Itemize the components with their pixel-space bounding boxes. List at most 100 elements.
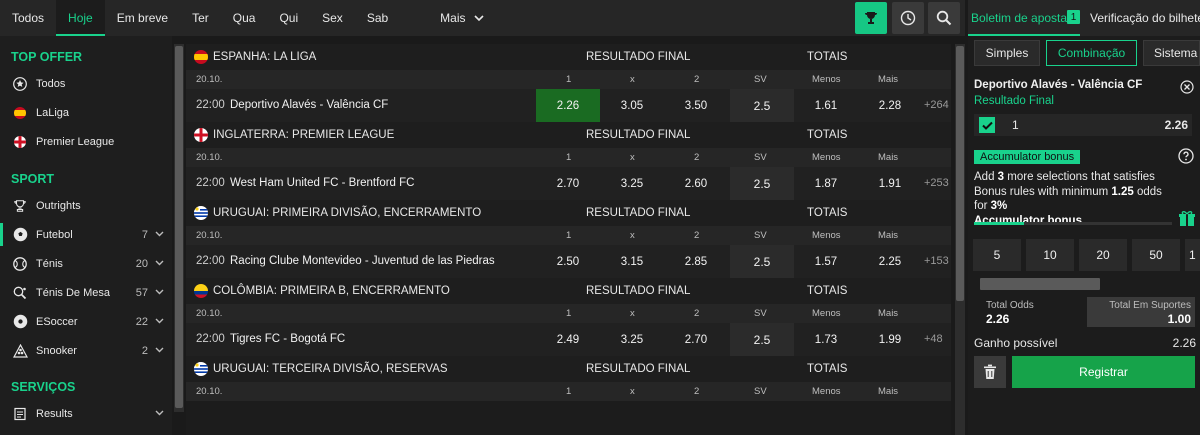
stake-button-10[interactable]: 10 (1026, 239, 1074, 271)
more-markets-link[interactable]: +153 (924, 255, 949, 267)
selection-checkbox[interactable] (979, 117, 995, 133)
sidebar-scrollbar[interactable] (174, 44, 184, 412)
tab-sab[interactable]: Sab (355, 0, 400, 36)
mode-combinacao[interactable]: Combinação (1046, 40, 1137, 66)
sidebar-item-label: Premier League (36, 135, 115, 148)
scrollbar-thumb[interactable] (956, 46, 964, 301)
sidebar-item-tenis[interactable]: Ténis 20 (0, 249, 172, 278)
league-header[interactable]: ESPANHA: LA LIGA RESULTADO FINAL TOTAIS (186, 44, 951, 70)
tab-hoje[interactable]: Hoje (56, 0, 105, 36)
odd-button-x[interactable]: 3.25 (600, 167, 664, 200)
tab-qui[interactable]: Qui (267, 0, 310, 36)
odd-button-1[interactable]: 2.50 (536, 245, 600, 278)
clock-button[interactable] (892, 2, 924, 34)
trash-icon (984, 364, 996, 379)
date-label: 20.10. (196, 74, 223, 85)
odd-button-x[interactable]: 3.25 (600, 323, 664, 356)
stakes-scrollbar[interactable] (980, 278, 1100, 290)
stake-button-20[interactable]: 20 (1079, 239, 1127, 271)
match-teams[interactable]: Deportivo Alavés - Valência CF (230, 99, 388, 111)
table-tennis-icon (11, 284, 29, 302)
sidebar-item-snooker[interactable]: Snooker 2 (0, 336, 172, 365)
odd-button-2[interactable]: 2.85 (664, 245, 728, 278)
odd-button-1[interactable]: 2.26 (536, 89, 600, 122)
tab-ter[interactable]: Ter (180, 0, 221, 36)
odd-button-menos[interactable]: 1.57 (794, 245, 858, 278)
mode-sistema[interactable]: Sistema (1143, 40, 1200, 66)
mode-simples[interactable]: Simples (974, 40, 1040, 66)
tab-sex[interactable]: Sex (310, 0, 355, 36)
sidebar-item-esoccer[interactable]: ESoccer 22 (0, 307, 172, 336)
odd-button-menos[interactable]: 1.87 (794, 167, 858, 200)
accumulator-progress-fill (974, 222, 1024, 225)
match-row[interactable]: 22:00 West Ham United FC - Brentford FC … (186, 167, 951, 200)
match-row[interactable]: 22:00 Deportivo Alavés - Valência CF 2.2… (186, 89, 951, 122)
tab-qua[interactable]: Qua (221, 0, 268, 36)
match-teams[interactable]: Racing Clube Montevideo - Juventud de la… (230, 255, 495, 267)
odd-button-2[interactable]: 2.60 (664, 167, 728, 200)
odd-button-1[interactable]: 2.49 (536, 323, 600, 356)
stake-button-more[interactable]: 1 (1185, 239, 1200, 271)
help-button[interactable] (1178, 148, 1194, 167)
col-sv: SV (754, 308, 767, 319)
stake-button-5[interactable]: 5 (973, 239, 1021, 271)
date-label: 20.10. (196, 308, 223, 319)
odd-button-mais[interactable]: 1.91 (858, 167, 922, 200)
odd-button-menos[interactable]: 1.61 (794, 89, 858, 122)
odd-button-mais[interactable]: 2.28 (858, 89, 922, 122)
col-1: 1 (566, 230, 572, 241)
active-tab-underline (968, 34, 1080, 36)
league-header[interactable]: URUGUAI: PRIMEIRA DIVISÃO, ENCERRAMENTO … (186, 200, 951, 226)
sidebar-item-todos[interactable]: Todos (0, 69, 172, 98)
bet-market: Resultado Final (974, 95, 1054, 107)
search-button[interactable] (928, 2, 960, 34)
register-button[interactable]: Registrar (1012, 356, 1195, 388)
sidebar-item-results[interactable]: Results (0, 399, 172, 428)
column-header-row: 20.10. 1 x 2 SV Menos Mais (186, 226, 951, 245)
odd-button-2[interactable]: 2.70 (664, 323, 728, 356)
odd-button-mais[interactable]: 2.25 (858, 245, 922, 278)
odd-button-x[interactable]: 3.05 (600, 89, 664, 122)
remove-selection-button[interactable] (1180, 80, 1194, 97)
more-markets-link[interactable]: +253 (924, 177, 949, 189)
trophy-icon (11, 197, 29, 215)
sidebar-item-laliga[interactable]: LaLiga (0, 98, 172, 127)
match-time: 22:00 (196, 255, 225, 267)
odd-button-1[interactable]: 2.70 (536, 167, 600, 200)
col-sv: SV (754, 74, 767, 85)
match-row[interactable]: 22:00 Racing Clube Montevideo - Juventud… (186, 245, 951, 278)
odd-button-x[interactable]: 3.15 (600, 245, 664, 278)
sidebar-item-premier-league[interactable]: Premier League (0, 127, 172, 156)
stake-button-50[interactable]: 50 (1132, 239, 1180, 271)
odd-button-2[interactable]: 3.50 (664, 89, 728, 122)
clear-slip-button[interactable] (974, 356, 1006, 388)
more-markets-link[interactable]: +48 (924, 333, 943, 345)
tab-todos[interactable]: Todos (0, 0, 56, 36)
match-row[interactable]: 22:00 Tigres FC - Bogotá FC 2.49 3.25 2.… (186, 323, 951, 356)
tab-em-breve[interactable]: Em breve (105, 0, 180, 36)
sidebar-item-tenis-de-mesa[interactable]: Ténis De Mesa 57 (0, 278, 172, 307)
total-stake-box[interactable]: Total Em Suportes 1.00 (1087, 297, 1195, 327)
col-1: 1 (566, 152, 572, 163)
col-x: x (630, 308, 635, 319)
league-name: URUGUAI: PRIMEIRA DIVISÃO, ENCERRAMENTO (213, 207, 482, 219)
sidebar-item-outrights[interactable]: Outrights (0, 191, 172, 220)
league-header[interactable]: URUGUAI: TERCEIRA DIVISÃO, RESERVAS RESU… (186, 356, 951, 382)
match-teams[interactable]: Tigres FC - Bogotá FC (230, 333, 345, 345)
trophy-button[interactable] (855, 2, 887, 34)
tab-verificacao[interactable]: Verificação do bilhete (1090, 11, 1200, 25)
chevron-down-icon (155, 231, 164, 237)
sidebar: TOP OFFER Todos LaLiga Premier League SP… (0, 36, 172, 435)
sidebar-item-futebol[interactable]: Futebol 7 (0, 220, 172, 249)
odd-button-menos[interactable]: 1.73 (794, 323, 858, 356)
odd-button-mais[interactable]: 1.99 (858, 323, 922, 356)
more-markets-link[interactable]: +264 (924, 99, 949, 111)
scrollbar-thumb[interactable] (175, 46, 183, 408)
total-line: 2.5 (730, 89, 794, 122)
tab-boletim[interactable]: Boletim de aposta (971, 11, 1067, 25)
league-header[interactable]: INGLATERRA: PREMIER LEAGUE RESULTADO FIN… (186, 122, 951, 148)
events-scrollbar[interactable] (955, 44, 965, 435)
match-teams[interactable]: West Ham United FC - Brentford FC (230, 177, 414, 189)
more-dropdown[interactable]: Mais (428, 0, 495, 36)
league-header[interactable]: COLÔMBIA: PRIMEIRA B, ENCERRAMENTO RESUL… (186, 278, 951, 304)
